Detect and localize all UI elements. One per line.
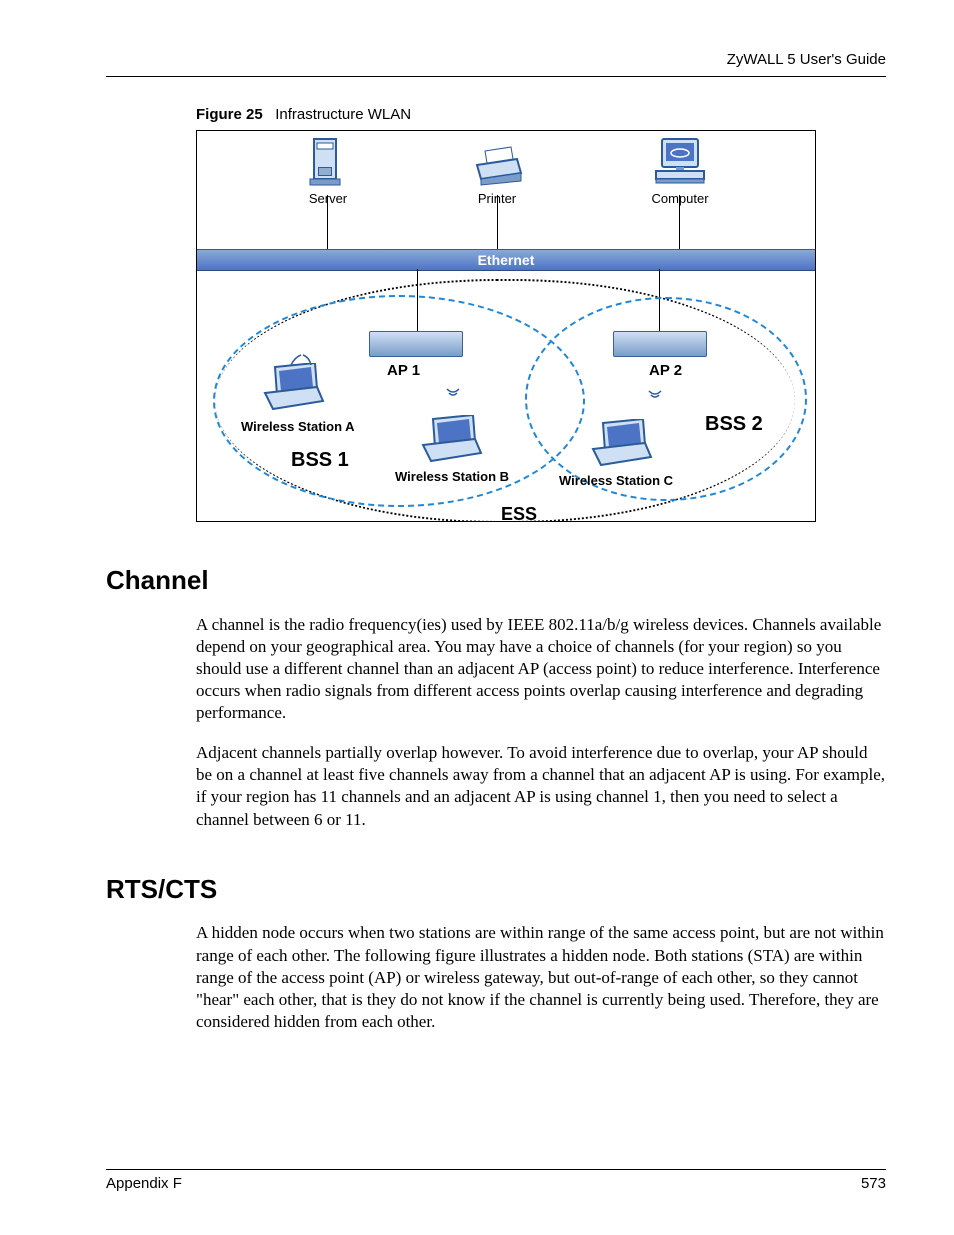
paragraph-channel-1: A channel is the radio frequency(ies) us… <box>196 614 886 724</box>
wireless-station-a-label: Wireless Station A <box>241 419 355 436</box>
figure-caption-text: Infrastructure WLAN <box>275 106 411 123</box>
server-label: Server <box>297 191 359 208</box>
page-header: ZyWALL 5 User's Guide <box>106 50 886 70</box>
server-icon: Server <box>297 137 359 208</box>
printer-icon: Printer <box>457 145 537 208</box>
wireless-signal-icon <box>443 385 463 401</box>
figure-caption-label: Figure 25 <box>196 106 263 123</box>
header-rule <box>106 76 886 77</box>
printer-label: Printer <box>457 191 537 208</box>
computer-icon: Computer <box>645 137 715 208</box>
footer-rule <box>106 1169 886 1170</box>
figure-caption: Figure 25 Infrastructure WLAN <box>196 105 886 125</box>
wireless-signal-icon <box>645 387 665 403</box>
wireless-station-b-label: Wireless Station B <box>395 469 509 486</box>
bss2-label: BSS 2 <box>705 411 763 437</box>
wireless-station-b-icon <box>415 415 485 471</box>
figure-infrastructure-wlan: Server Printer Computer Ethernet <box>196 130 816 522</box>
wireless-signal-icon <box>289 351 313 369</box>
ap2-label: AP 2 <box>649 361 682 381</box>
bss2-oval <box>525 297 807 501</box>
ess-label: ESS <box>501 503 537 522</box>
wireless-station-a-icon <box>257 363 327 419</box>
ap2-icon <box>613 331 707 357</box>
paragraph-channel-2: Adjacent channels partially overlap howe… <box>196 742 886 830</box>
footer-left: Appendix F <box>106 1174 182 1194</box>
footer-right: 573 <box>861 1174 886 1194</box>
ap1-icon <box>369 331 463 357</box>
page-footer: Appendix F 573 <box>106 1169 886 1194</box>
wireless-station-c-label: Wireless Station C <box>559 473 673 490</box>
bss1-label: BSS 1 <box>291 447 349 473</box>
ethernet-bus: Ethernet <box>197 249 815 271</box>
wireless-station-c-icon <box>585 419 655 475</box>
ap1-label: AP 1 <box>387 361 420 381</box>
paragraph-rtscts-1: A hidden node occurs when two stations a… <box>196 922 886 1032</box>
section-heading-rtscts: RTS/CTS <box>106 873 886 907</box>
computer-label: Computer <box>645 191 715 208</box>
section-heading-channel: Channel <box>106 564 886 598</box>
